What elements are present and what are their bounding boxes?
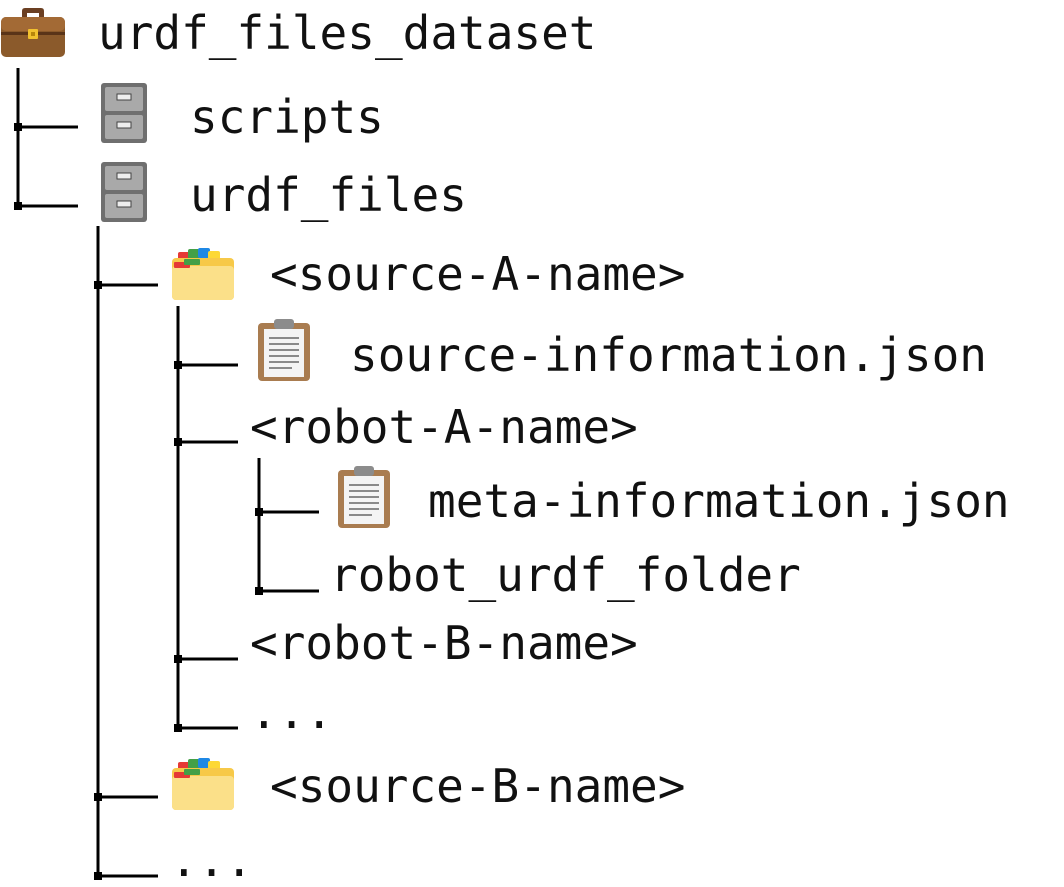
ellipsis-robots-label: ... <box>250 685 334 739</box>
robot-a-label: <robot-A-name> <box>250 400 638 454</box>
junction-dot <box>174 655 182 663</box>
clipboard-icon <box>258 319 310 381</box>
ellipsis-sources-label: ... <box>170 833 254 887</box>
source-a-label: <source-A-name> <box>270 247 686 301</box>
junction-dot <box>174 724 182 732</box>
robot-b-label: <robot-B-name> <box>250 616 638 670</box>
robot-urdf-folder-label: robot_urdf_folder <box>330 548 801 602</box>
meta-information-label: meta-information.json <box>428 474 1010 528</box>
junction-dot <box>255 587 263 595</box>
junction-dot <box>255 508 263 516</box>
urdf-files-label: urdf_files <box>190 168 467 222</box>
junction-dot <box>14 123 22 131</box>
card-index-dividers-icon <box>172 758 234 810</box>
junction-dot <box>94 281 102 289</box>
clipboard-icon <box>338 466 390 528</box>
scripts-label: scripts <box>190 90 384 144</box>
junction-dot <box>14 202 22 210</box>
root-label: urdf_files_dataset <box>98 6 597 60</box>
source-information-label: source-information.json <box>350 328 987 382</box>
junction-dot <box>94 872 102 880</box>
junction-dot <box>174 438 182 446</box>
briefcase-icon <box>1 8 65 57</box>
file-cabinet-icon <box>101 162 147 222</box>
junction-dot <box>174 361 182 369</box>
junction-dot <box>94 793 102 801</box>
file-cabinet-icon <box>101 83 147 143</box>
card-index-dividers-icon <box>172 248 234 300</box>
source-b-label: <source-B-name> <box>270 759 686 813</box>
